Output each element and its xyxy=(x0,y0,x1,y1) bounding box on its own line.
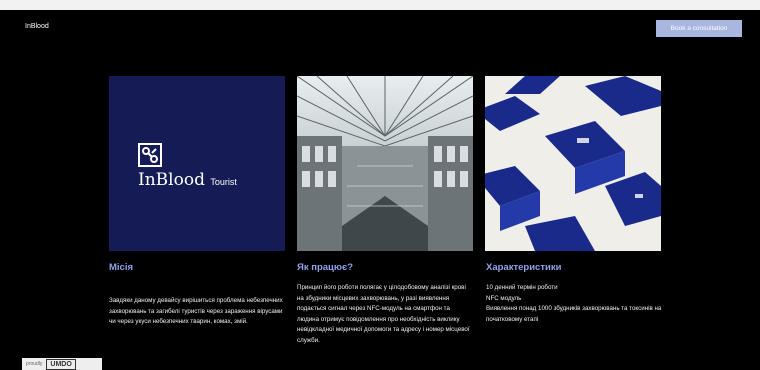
card-text-how-it-works: Принцип його роботи полягає у цілодобово… xyxy=(297,284,470,344)
card-image-logo: InBlood Tourist xyxy=(109,76,285,251)
card-title-specs: Характеристики xyxy=(486,262,562,273)
badge-left-text: proudly xyxy=(26,361,43,367)
card-image-boxes xyxy=(485,76,661,251)
top-border xyxy=(0,0,760,10)
logo-sub-text: Tourist xyxy=(210,177,237,187)
card-title-how-it-works: Як працює? xyxy=(297,262,354,273)
boxes-photo xyxy=(485,76,661,251)
inblood-logo-icon xyxy=(138,143,162,167)
card-image-architecture xyxy=(297,76,473,251)
card-title-mission: Місія xyxy=(109,262,134,273)
logo-main-text: InBlood xyxy=(138,170,205,190)
brand-logo[interactable]: InBlood xyxy=(25,23,49,30)
badge-right-text: UMDO xyxy=(46,359,76,370)
footer-badge[interactable]: proudly UMDO xyxy=(22,358,102,370)
book-consultation-button[interactable]: Book a consultation xyxy=(656,20,742,37)
card-text-specs: 10 денний термін роботи NFC модуль Виявл… xyxy=(486,284,662,323)
logo-wordmark: InBlood Tourist xyxy=(138,170,237,190)
arcade-photo xyxy=(297,76,473,251)
card-text-mission: Завдяки даному девайсу вирішиться пробле… xyxy=(109,297,283,326)
